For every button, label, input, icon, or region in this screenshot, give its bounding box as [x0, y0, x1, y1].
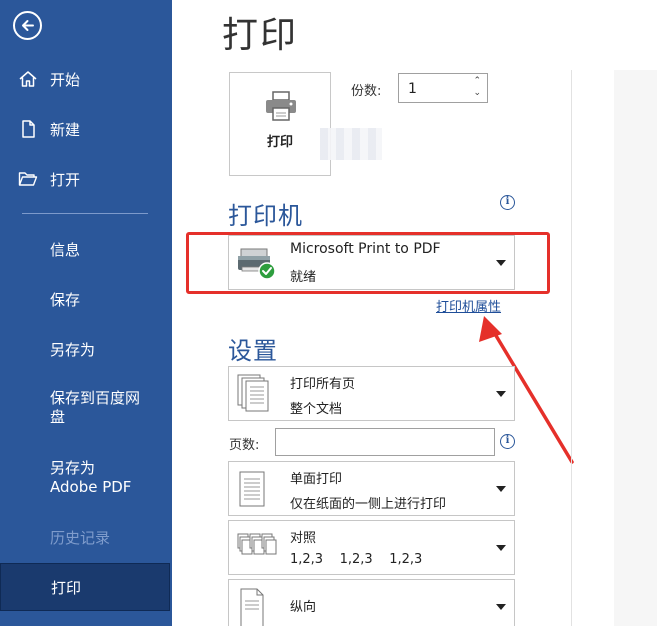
nav-item-save-as[interactable]: 另存为	[0, 329, 172, 369]
duplex-title: 单面打印	[290, 472, 343, 487]
nav-label: 历史记录	[50, 528, 111, 547]
print-range-title: 打印所有页	[290, 377, 356, 392]
page-title: 打印	[222, 15, 299, 56]
caret-down-icon	[496, 604, 506, 610]
copies-value: 1	[408, 81, 417, 97]
nav-label: 开始	[50, 70, 81, 89]
nav-label: 打开	[50, 170, 81, 189]
caret-down-icon	[496, 486, 506, 492]
print-range-desc: 整个文档	[290, 402, 343, 417]
settings-section-title: 设置	[228, 337, 278, 365]
nav-item-save[interactable]: 保存	[0, 279, 172, 319]
copies-spinner[interactable]: 1 ⌃ ⌄	[398, 73, 488, 103]
collate-desc: 1,2,3 1,2,3 1,2,3	[290, 552, 423, 567]
nav-label: 信息	[50, 240, 81, 259]
nav-item-history: 历史记录	[0, 517, 172, 557]
print-range-dropdown[interactable]: 打印所有页 整个文档	[228, 366, 515, 421]
pages-input[interactable]	[275, 428, 495, 456]
collate-title: 对照	[290, 531, 317, 546]
caret-down-icon	[496, 545, 506, 551]
highlight-box	[186, 232, 550, 294]
nav-label: 打印	[51, 578, 82, 597]
caret-down-icon	[496, 391, 506, 397]
nav-item-print[interactable]: 打印	[0, 563, 170, 611]
nav-divider	[22, 213, 148, 214]
nav-label-line1: 保存到百度网	[50, 389, 141, 407]
one-sided-icon	[239, 471, 265, 507]
nav-label-line2: Adobe PDF	[50, 478, 132, 496]
info-icon[interactable]: i	[500, 434, 515, 449]
nav-label: 保存	[50, 290, 81, 309]
portrait-icon	[240, 588, 264, 626]
nav-item-open[interactable]: 打开	[0, 159, 172, 199]
nav-item-home[interactable]: 开始	[0, 59, 172, 99]
nav-item-info[interactable]: 信息	[0, 229, 172, 269]
printer-icon	[266, 91, 296, 121]
collate-icon	[237, 533, 277, 555]
nav-label: 另存为	[50, 340, 96, 359]
copies-label: 份数:	[351, 84, 382, 99]
nav-item-save-to-baidu[interactable]: 保存到百度网 盘	[0, 384, 172, 430]
print-preview-area	[614, 70, 657, 626]
collate-dropdown[interactable]: 对照 1,2,3 1,2,3 1,2,3	[228, 520, 515, 575]
home-icon	[19, 71, 37, 87]
orientation-title: 纵向	[290, 600, 317, 615]
info-icon[interactable]: i	[500, 195, 515, 210]
nav-label-line1: 另存为	[50, 459, 96, 477]
chevron-up-icon[interactable]: ⌃	[473, 76, 481, 86]
orientation-dropdown[interactable]: 纵向	[228, 579, 515, 626]
printer-section-title: 打印机	[228, 202, 303, 230]
nav-label-line2: 盘	[50, 408, 66, 426]
nav-label: 新建	[50, 120, 81, 139]
preview-divider	[571, 70, 572, 626]
chevron-down-icon[interactable]: ⌄	[473, 88, 481, 98]
back-button[interactable]	[13, 11, 42, 40]
open-folder-icon	[18, 172, 38, 186]
print-button-label: 打印	[266, 135, 293, 150]
printer-properties-link[interactable]: 打印机属性	[436, 296, 501, 315]
print-button[interactable]: 打印	[229, 72, 331, 176]
pages-label: 页数:	[229, 438, 260, 453]
nav-item-save-as-pdf[interactable]: 另存为 Adobe PDF	[0, 454, 172, 500]
all-pages-icon	[237, 374, 269, 412]
blurred-region	[320, 128, 382, 160]
new-document-icon	[22, 120, 35, 138]
backstage-sidebar: 开始 新建 打开 信息 保存 另存为 保存到百度网 盘 另存为 Adobe PD…	[0, 0, 172, 626]
back-arrow-icon	[22, 20, 34, 31]
nav-item-new[interactable]: 新建	[0, 109, 172, 149]
duplex-dropdown[interactable]: 单面打印 仅在纸面的一侧上进行打印	[228, 461, 515, 516]
duplex-desc: 仅在纸面的一侧上进行打印	[290, 497, 447, 512]
